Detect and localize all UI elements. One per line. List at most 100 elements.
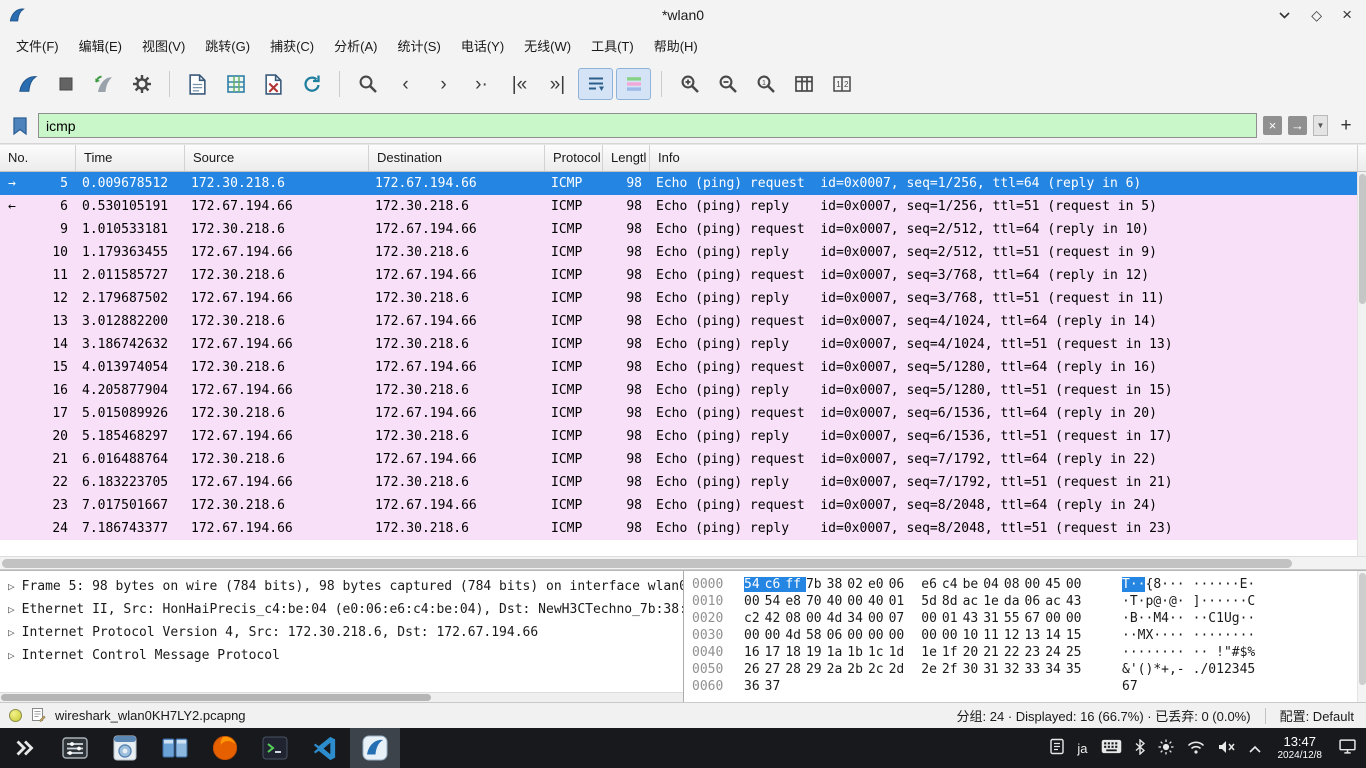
hex-byte[interactable]: 00: [847, 594, 863, 609]
ascii-char[interactable]: ·: [1208, 577, 1216, 592]
find-packet-button[interactable]: [350, 68, 385, 100]
ascii-char[interactable]: ·: [1224, 628, 1232, 643]
column-header[interactable]: Info: [650, 145, 1358, 171]
ascii-char[interactable]: ·: [1216, 628, 1224, 643]
hex-byte[interactable]: 2e: [921, 662, 937, 677]
packet-row[interactable]: 216.016488764172.30.218.6172.67.194.66IC…: [0, 448, 1366, 471]
hex-byte[interactable]: 00: [806, 611, 822, 626]
hex-byte[interactable]: ac: [963, 594, 979, 609]
app-terminal-settings-button[interactable]: [50, 728, 100, 768]
hex-byte[interactable]: 1e: [983, 594, 999, 609]
maximize-button[interactable]: ◇: [1311, 7, 1322, 24]
hex-row[interactable]: 0040161718191a1b1c1d1e1f202122232425····…: [692, 644, 1366, 661]
last-packet-button[interactable]: »|: [540, 68, 575, 100]
auto-scroll-button[interactable]: [578, 68, 613, 100]
hex-byte[interactable]: 58: [806, 628, 822, 643]
menu-item-1[interactable]: 文件(F): [6, 31, 69, 60]
hex-byte[interactable]: 1d: [889, 645, 905, 660]
menu-item-2[interactable]: 编辑(E): [69, 31, 132, 60]
hex-byte[interactable]: 4d: [827, 611, 843, 626]
menu-item-9[interactable]: 无线(W): [514, 31, 581, 60]
hex-byte[interactable]: 14: [1045, 628, 1061, 643]
detail-line[interactable]: ▷Internet Control Message Protocol: [0, 644, 683, 667]
tray-expand-button[interactable]: [1249, 741, 1261, 756]
capture-options-button[interactable]: [124, 68, 159, 100]
ascii-char[interactable]: @: [1169, 594, 1177, 609]
go-back-button[interactable]: ‹: [388, 68, 423, 100]
hex-byte[interactable]: 36: [744, 679, 760, 694]
ascii-char[interactable]: ·: [1177, 577, 1185, 592]
ascii-char[interactable]: !: [1216, 645, 1224, 660]
hex-byte[interactable]: 35: [1066, 662, 1082, 677]
ime-indicator[interactable]: ja: [1077, 741, 1087, 756]
packet-row[interactable]: ←60.530105191172.67.194.66172.30.218.6IC…: [0, 195, 1366, 218]
profile-label[interactable]: 配置: Default: [1280, 706, 1354, 725]
column-header[interactable]: Source: [185, 145, 369, 171]
expand-arrow-icon[interactable]: ▷: [8, 626, 15, 639]
zoom-reset-button[interactable]: 1: [748, 68, 783, 100]
app-software-button[interactable]: [100, 728, 150, 768]
ascii-char[interactable]: U: [1224, 611, 1232, 626]
hex-byte[interactable]: 16: [744, 645, 760, 660]
open-file-button[interactable]: [180, 68, 215, 100]
hex-byte[interactable]: 70: [806, 594, 822, 609]
packet-row[interactable]: 237.017501667172.30.218.6172.67.194.66IC…: [0, 494, 1366, 517]
ascii-char[interactable]: &: [1122, 662, 1130, 677]
ascii-char[interactable]: ·: [1130, 577, 1138, 592]
expand-arrow-icon[interactable]: ▷: [8, 603, 15, 616]
app-terminal-button[interactable]: [250, 728, 300, 768]
hex-byte[interactable]: 43: [963, 611, 979, 626]
display-filter-input[interactable]: [39, 114, 1256, 137]
ascii-char[interactable]: -: [1177, 662, 1185, 677]
hex-byte[interactable]: 08: [1004, 577, 1020, 592]
column-header[interactable]: Lengtl: [603, 145, 650, 171]
ascii-char[interactable]: ·: [1122, 594, 1130, 609]
hex-byte[interactable]: 10: [963, 628, 979, 643]
hex-byte[interactable]: 24: [1045, 645, 1061, 660]
packet-row[interactable]: 133.012882200172.30.218.6172.67.194.66IC…: [0, 310, 1366, 333]
colorize-button[interactable]: [616, 68, 651, 100]
hex-byte[interactable]: c6: [765, 577, 786, 592]
ascii-char[interactable]: *: [1153, 662, 1161, 677]
hex-byte[interactable]: e6: [921, 577, 937, 592]
column-header[interactable]: Time: [76, 145, 185, 171]
ascii-char[interactable]: ·: [1232, 628, 1240, 643]
go-to-packet-button[interactable]: ›·: [464, 68, 499, 100]
filter-dropdown-button[interactable]: ▼: [1313, 115, 1328, 136]
hex-byte[interactable]: 00: [889, 628, 905, 643]
hex-byte[interactable]: 00: [868, 628, 884, 643]
column-header[interactable]: No.: [0, 145, 76, 171]
ascii-char[interactable]: @: [1153, 594, 1161, 609]
ascii-char[interactable]: ·: [1169, 577, 1177, 592]
hex-byte[interactable]: 00: [921, 628, 937, 643]
hex-byte[interactable]: 45: [1045, 577, 1061, 592]
ascii-char[interactable]: 3: [1232, 662, 1240, 677]
start-capture-button[interactable]: [10, 68, 45, 100]
hex-byte[interactable]: 42: [765, 611, 781, 626]
show-desktop-button[interactable]: [1339, 739, 1356, 757]
hex-byte[interactable]: 13: [1025, 628, 1041, 643]
hex-byte[interactable]: 04: [983, 577, 999, 592]
ascii-char[interactable]: #: [1232, 645, 1240, 660]
zoom-in-button[interactable]: [672, 68, 707, 100]
expand-arrow-icon[interactable]: ▷: [8, 649, 15, 662]
hex-byte[interactable]: 17: [765, 645, 781, 660]
packet-row[interactable]: 154.013974054172.30.218.6172.67.194.66IC…: [0, 356, 1366, 379]
ascii-char[interactable]: T: [1130, 594, 1138, 609]
ascii-char[interactable]: ·: [1161, 628, 1169, 643]
scrollbar-thumb[interactable]: [1359, 573, 1366, 685]
hex-byte[interactable]: c4: [942, 577, 958, 592]
hex-byte[interactable]: 00: [1066, 577, 1082, 592]
hex-byte[interactable]: 01: [942, 611, 958, 626]
first-packet-button[interactable]: |«: [502, 68, 537, 100]
ascii-char[interactable]: ·: [1177, 611, 1185, 626]
app-firefox-button[interactable]: [200, 728, 250, 768]
ascii-char[interactable]: ·: [1122, 628, 1130, 643]
hex-byte[interactable]: 2b: [847, 662, 863, 677]
volume-tray-button[interactable]: [1218, 740, 1236, 757]
ascii-char[interactable]: ·: [1232, 577, 1240, 592]
ascii-char[interactable]: T: [1122, 577, 1130, 592]
app-wireshark-button[interactable]: [350, 728, 400, 768]
hex-byte[interactable]: 1a: [827, 645, 843, 660]
bytes-vertical-scrollbar[interactable]: [1357, 571, 1366, 702]
